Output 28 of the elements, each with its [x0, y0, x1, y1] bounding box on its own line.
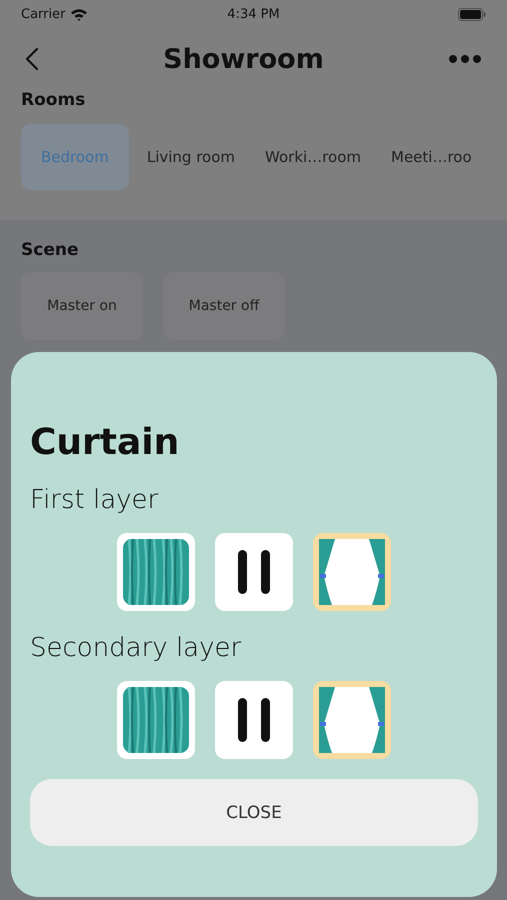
open-curtain-icon	[319, 539, 385, 605]
scene-button[interactable]: Master on	[21, 272, 143, 340]
wifi-icon	[70, 8, 88, 20]
open-curtain-button[interactable]	[313, 681, 391, 759]
close-button[interactable]: CLOSE	[30, 779, 478, 846]
room-tab[interactable]: Living room	[134, 124, 248, 190]
scene-button[interactable]: Master off	[163, 272, 285, 340]
chevron-left-icon	[25, 47, 39, 71]
close-curtain-button[interactable]	[117, 681, 195, 759]
close-curtain-button[interactable]	[117, 533, 195, 611]
room-tab[interactable]: Worki…room	[253, 124, 373, 190]
page-title: Showroom	[163, 44, 324, 74]
carrier-name: Carrier	[21, 6, 66, 22]
room-tab[interactable]: Meeti…roo	[379, 124, 484, 190]
stop-curtain-button[interactable]	[215, 533, 293, 611]
section-heading: Rooms	[21, 90, 86, 110]
more-icon	[448, 54, 482, 64]
status-time: 4:34 PM	[227, 6, 280, 22]
section-heading: Scene	[21, 240, 80, 260]
stop-curtain-button[interactable]	[215, 681, 293, 759]
layer-label: First layer	[30, 485, 160, 515]
sheet-title: Curtain	[30, 422, 180, 463]
battery-icon	[458, 8, 486, 20]
layer-label: Secondary layer	[30, 633, 242, 663]
open-curtain-icon	[319, 687, 385, 753]
open-curtain-button[interactable]	[313, 533, 391, 611]
closed-curtain-icon	[123, 687, 189, 753]
closed-curtain-icon	[123, 539, 189, 605]
